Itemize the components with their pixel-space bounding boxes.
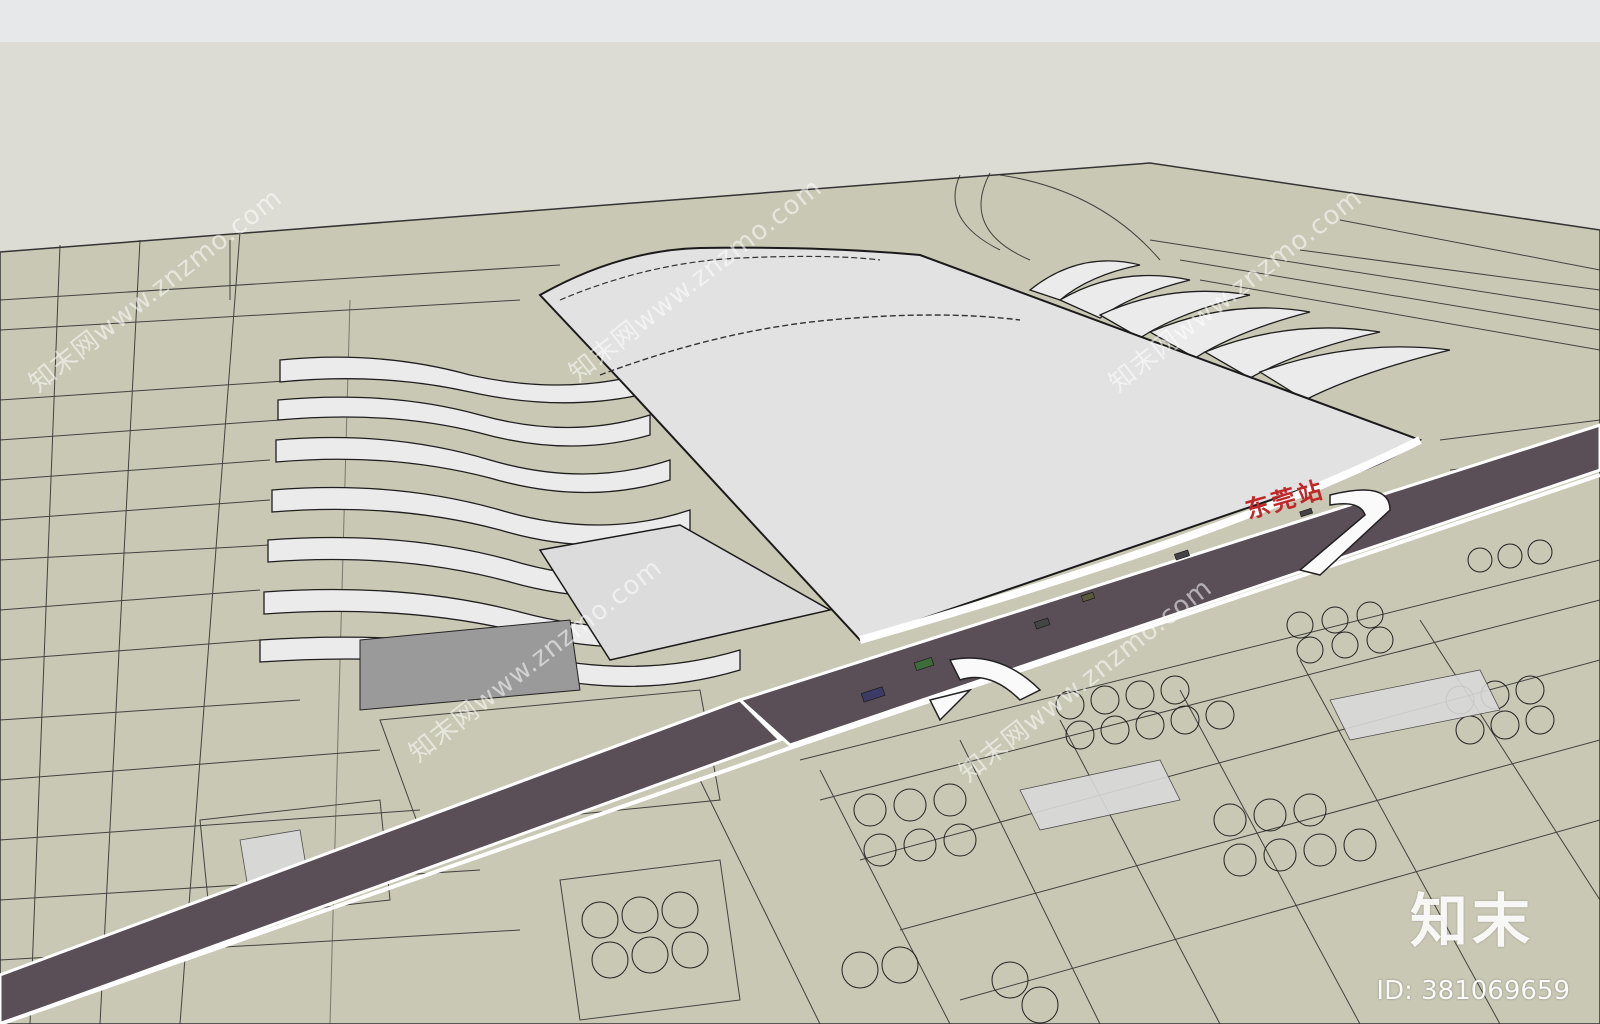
brand-logo: 知末	[1409, 887, 1534, 955]
station-model-scene	[0, 162, 1600, 1024]
viewport-canvas[interactable]: 知末网www.znzmo.com 知末网www.znzmo.com 知末网www…	[0, 0, 1600, 1024]
image-id-label: ID: 381069659	[1376, 976, 1570, 1006]
